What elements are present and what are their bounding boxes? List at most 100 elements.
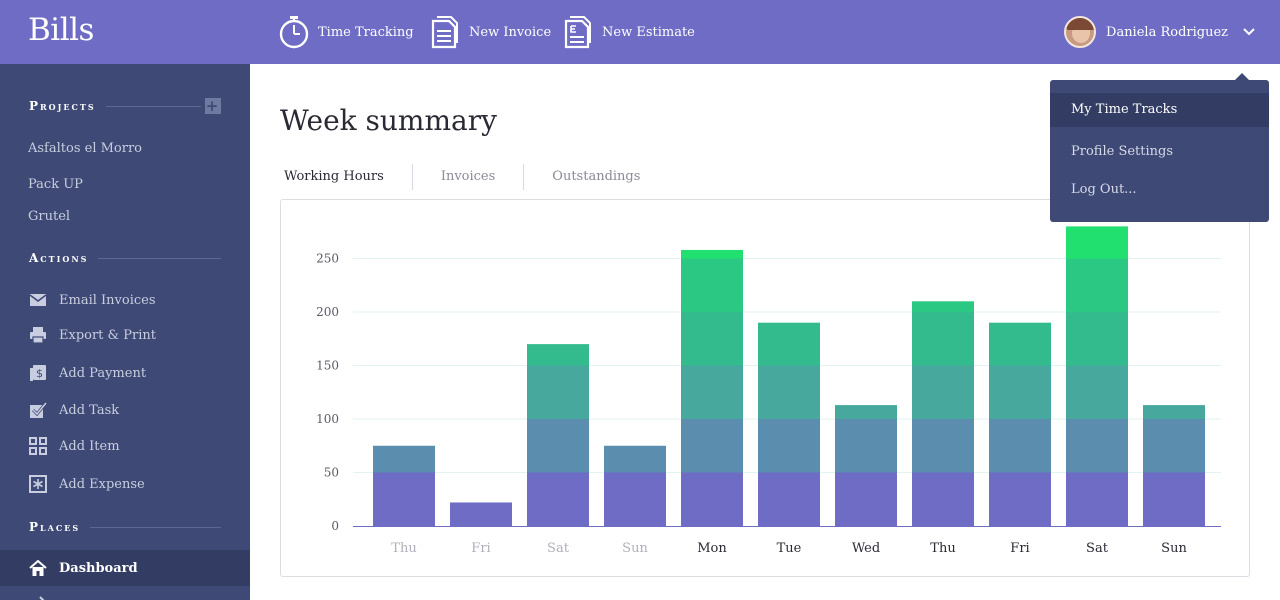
- sidebar-item-add-task[interactable]: Add Task: [28, 400, 119, 420]
- sidebar-item-label: Add Payment: [59, 365, 147, 381]
- sidebar: Projects + Asfaltos el Morro Pack UP Gru…: [0, 64, 250, 600]
- projects-heading-label: Projects: [29, 99, 96, 113]
- new-invoice-label: New Invoice: [469, 24, 552, 40]
- sidebar-item-label: Export & Print: [59, 327, 156, 343]
- bar-segment: [758, 472, 820, 526]
- new-estimate-label: New Estimate: [602, 24, 695, 40]
- x-tick-label: Thu: [930, 541, 955, 556]
- x-tick-label: Mon: [697, 541, 727, 556]
- home-icon: [28, 558, 48, 578]
- x-tick-label: Sat: [1086, 541, 1109, 556]
- divider: [523, 164, 525, 190]
- bar-segment: [527, 472, 589, 526]
- x-tick-label: Tue: [777, 541, 802, 556]
- y-tick-label: 250: [316, 252, 339, 266]
- bar-segment: [758, 419, 820, 473]
- menu-item-profile-settings[interactable]: Profile Settings: [1050, 135, 1269, 169]
- bar-segment: [604, 445, 666, 473]
- svg-text:$: $: [36, 367, 43, 380]
- sidebar-item-email-invoices[interactable]: Email Invoices: [28, 290, 156, 310]
- sidebar-item-label: Dashboard: [59, 560, 138, 576]
- sidebar-item-project[interactable]: Asfaltos el Morro: [28, 141, 142, 156]
- y-tick-label: 200: [316, 305, 339, 319]
- sidebar-item-project[interactable]: Grutel: [28, 209, 70, 224]
- y-tick-label: 100: [316, 412, 339, 426]
- divider: [411, 164, 413, 190]
- sidebar-item-add-item[interactable]: Add Item: [28, 436, 120, 456]
- app-logo[interactable]: Bills: [28, 12, 94, 48]
- tab-invoices[interactable]: Invoices: [437, 164, 499, 190]
- new-estimate-link[interactable]: New Estimate: [562, 12, 695, 52]
- x-tick-label: Thu: [391, 541, 416, 556]
- sidebar-item-project[interactable]: Pack UP: [28, 177, 83, 192]
- user-menu-toggle[interactable]: Daniela Rodriguez: [1064, 16, 1256, 48]
- x-tick-label: Fri: [1010, 541, 1029, 556]
- bar-segment: [835, 472, 897, 526]
- x-tick-label: Fri: [471, 541, 490, 556]
- user-dropdown-menu: My Time Tracks Profile Settings Log Out.…: [1050, 73, 1269, 222]
- bar-segment: [912, 472, 974, 526]
- sidebar-item-dashboard[interactable]: Dashboard: [0, 550, 250, 586]
- time-tracking-link[interactable]: Time Tracking: [278, 12, 414, 52]
- bar-segment: [681, 312, 743, 366]
- bar-segment: [989, 365, 1051, 419]
- sidebar-item-label: Add Item: [59, 438, 120, 454]
- bar-segment: [1066, 258, 1128, 312]
- bar-segment: [912, 419, 974, 473]
- task-check-icon: [28, 400, 48, 420]
- add-project-button[interactable]: +: [205, 97, 221, 115]
- bar-segment: [758, 365, 820, 419]
- sidebar-item-export-print[interactable]: Export & Print: [28, 325, 156, 345]
- sidebar-item-add-expense[interactable]: Add Expense: [28, 474, 145, 494]
- bar-segment: [681, 365, 743, 419]
- avatar: [1064, 16, 1097, 48]
- projects-heading: Projects +: [29, 97, 221, 115]
- envelope-icon: [28, 290, 48, 310]
- actions-heading: Actions: [29, 251, 221, 265]
- bar-segment: [450, 502, 512, 526]
- bar-segment: [989, 472, 1051, 526]
- x-tick-label: Wed: [852, 541, 880, 556]
- bar-segment: [758, 322, 820, 366]
- menu-item-log-out[interactable]: Log Out...: [1050, 173, 1269, 207]
- payment-icon: $: [28, 363, 48, 383]
- bar-segment: [1066, 226, 1128, 259]
- menu-item-my-time-tracks[interactable]: My Time Tracks: [1050, 93, 1269, 127]
- bar-segment: [989, 322, 1051, 366]
- bar-segment: [681, 249, 743, 259]
- sidebar-item-add-payment[interactable]: $ Add Payment: [28, 363, 146, 383]
- bar-segment: [835, 419, 897, 473]
- bar-segment: [527, 419, 589, 473]
- places-heading: Places: [29, 520, 221, 534]
- tab-outstandings[interactable]: Outstandings: [548, 164, 644, 190]
- bar-segment: [681, 419, 743, 473]
- estimate-document-icon: [562, 14, 594, 50]
- y-tick-label: 0: [331, 519, 339, 533]
- document-icon: [429, 14, 461, 50]
- bar-segment: [989, 419, 1051, 473]
- bar-segment: [1143, 419, 1205, 473]
- bar-segment: [681, 472, 743, 526]
- sidebar-next-item-icon[interactable]: [28, 592, 48, 600]
- top-bar: Bills Time Tracking New Invoice New Esti…: [0, 0, 1280, 64]
- bar-segment: [1066, 472, 1128, 526]
- actions-heading-label: Actions: [29, 251, 89, 265]
- divider: [90, 526, 221, 528]
- new-invoice-link[interactable]: New Invoice: [429, 12, 551, 52]
- bar-chart: 0 50 100 150 200 250 Thu Fri Sat Sun Mon Tue Wed Thu F…: [316, 226, 1221, 556]
- printer-icon: [28, 325, 48, 345]
- page-title: Week summary: [280, 104, 497, 137]
- tab-working-hours[interactable]: Working Hours: [280, 164, 388, 190]
- places-heading-label: Places: [29, 520, 81, 534]
- bar-segment: [912, 312, 974, 366]
- bar-segment: [373, 445, 435, 473]
- summary-tabs: Working Hours Invoices Outstandings: [280, 164, 644, 190]
- dropdown-caret: [1235, 73, 1249, 80]
- chevron-down-icon[interactable]: [1242, 25, 1256, 39]
- bar-segment: [681, 258, 743, 312]
- sidebar-item-label: Email Invoices: [59, 292, 156, 308]
- bar-segment: [1066, 312, 1128, 366]
- x-tick-label: Sat: [547, 541, 570, 556]
- sidebar-item-label: Add Task: [59, 402, 120, 418]
- week-chart: 0 50 100 150 200 250 Thu Fri Sat Sun Mon Tue Wed Thu F…: [280, 199, 1250, 577]
